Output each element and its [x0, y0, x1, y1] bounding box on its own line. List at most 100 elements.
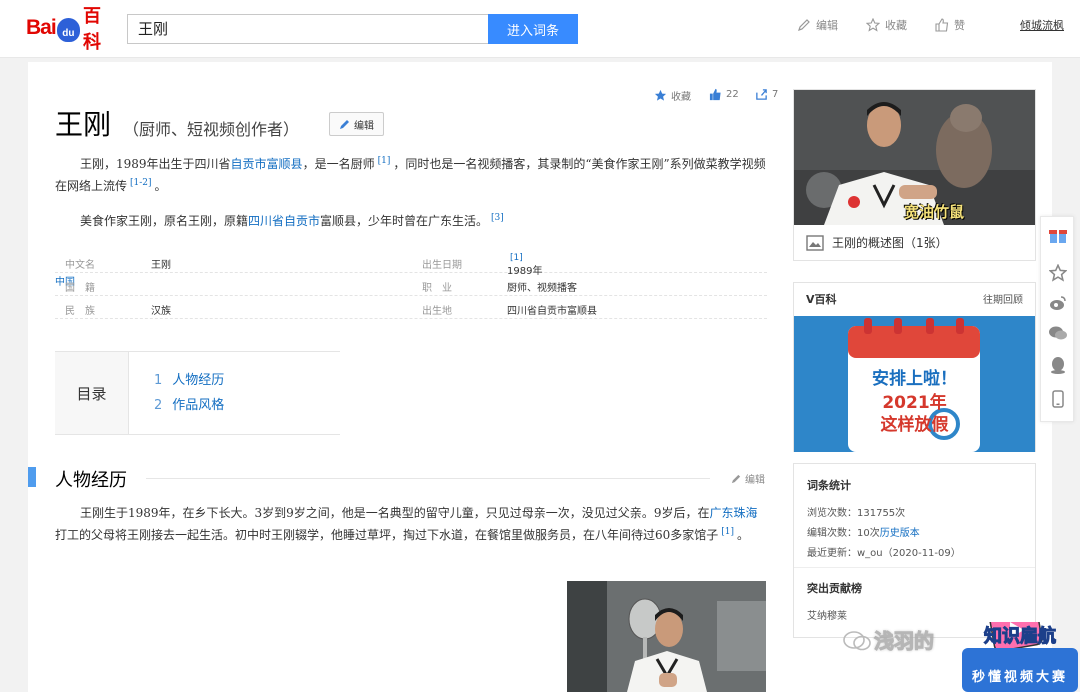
- logo-baike: 百科: [83, 6, 102, 53]
- toc-number: 2: [154, 398, 163, 413]
- chef-ladle-photo[interactable]: [567, 581, 766, 692]
- favorite-star-icon[interactable]: [1048, 263, 1068, 283]
- header-edit-label: 编辑: [816, 19, 838, 32]
- v-baike-card: V百科 往期回顾 安排上啦！ 2021年 这样放假: [793, 282, 1036, 452]
- info-key: 职 业: [422, 283, 452, 294]
- intro-paragraph-2: 美食作家王刚，原名王刚，原籍四川省自贡市富顺县，少年时曾在广东生活。 [3]: [55, 210, 767, 232]
- pencil-icon: [798, 19, 810, 31]
- intro2-text-a: 美食作家王刚，原名王刚，原籍: [80, 214, 249, 228]
- pencil-icon: [340, 120, 349, 129]
- entry-edit-button[interactable]: 编辑: [329, 112, 384, 136]
- reference-link[interactable]: [1]: [721, 527, 734, 537]
- intro1-text-b: ，是一名厨师: [302, 157, 375, 171]
- share-rail: [1040, 216, 1074, 422]
- toc-item-style[interactable]: 2 作品风格: [154, 394, 224, 413]
- intro1-text-a: 王刚，1989年出生于四川省: [80, 157, 231, 171]
- history-versions-link[interactable]: 历史版本: [880, 528, 920, 539]
- info-row: 民 族 汉族 出生地 四川省自贡市富顺县: [55, 296, 767, 319]
- v-history-link[interactable]: 往期回顾: [983, 291, 1023, 306]
- info-row: 国 籍 中国 职 业 厨师、视频播客: [55, 273, 767, 296]
- info-value: 汉族: [151, 306, 171, 317]
- info-value: 1989年 [1]: [507, 253, 542, 277]
- toc-item-biography[interactable]: 1 人物经历: [154, 369, 224, 388]
- photo-overlay-caption: 宽油竹鼠: [904, 203, 965, 221]
- info-key: 出生地: [422, 306, 452, 317]
- mobile-icon[interactable]: [1048, 389, 1068, 409]
- share-stat-button[interactable]: 7: [755, 88, 778, 101]
- header-edit-button[interactable]: 编辑: [797, 17, 838, 33]
- entry-stats-card: 词条统计 浏览次数：131755次 编辑次数：10次历史版本 最近更新：w_ou…: [793, 463, 1036, 638]
- table-of-contents: 目录 1 人物经历 2 作品风格: [55, 351, 340, 435]
- share-icon: [756, 89, 767, 100]
- star-icon: [654, 89, 667, 101]
- toc-label: 人物经历: [172, 373, 225, 388]
- favorite-stat-button[interactable]: 收藏: [654, 88, 691, 103]
- summary-photo-card[interactable]: 宽油竹鼠 王刚的概述图（1张）: [793, 89, 1036, 261]
- link-sichuan-zigong[interactable]: 四川省自贡市: [248, 214, 320, 228]
- entry-subtitle: （厨师、短视频创作者）: [123, 120, 300, 139]
- enter-entry-button[interactable]: 进入词条: [488, 14, 578, 44]
- section-title: 人物经历: [55, 470, 127, 491]
- like-stat-button[interactable]: 22: [709, 88, 739, 101]
- wechat-watermark-icon: [843, 630, 871, 656]
- bio-text-c: 。: [737, 528, 750, 542]
- v-baike-banner[interactable]: 安排上啦！ 2021年 这样放假: [794, 316, 1035, 452]
- photo-caption-text: 王刚的概述图（1张）: [832, 236, 948, 250]
- header-favorite-label: 收藏: [885, 19, 907, 32]
- contest-badge: 知识雇航 秒懂视频大赛: [962, 608, 1078, 692]
- contributor-name[interactable]: 艾纳穆莱: [807, 607, 847, 622]
- banner-line-3: 这样放假: [880, 415, 949, 435]
- reference-link[interactable]: [3]: [491, 213, 504, 223]
- badge-subtitle: 秒懂视频大赛: [971, 670, 1068, 685]
- contributors-title: 突出贡献榜: [807, 582, 862, 595]
- user-name-link[interactable]: 倾城流枫: [1020, 17, 1064, 33]
- intro1-text-d: 。: [154, 179, 167, 193]
- watermark-text: 浅羽的: [874, 629, 935, 654]
- logo-bai: Bai: [26, 16, 57, 39]
- stats-title: 词条统计: [807, 479, 851, 492]
- header-like-button[interactable]: 赞: [935, 17, 965, 33]
- search-input[interactable]: 王刚: [127, 14, 488, 44]
- reference-link[interactable]: [1]: [378, 156, 391, 166]
- logo-du: du: [62, 28, 75, 39]
- badge-title: 知识雇航: [984, 626, 1057, 648]
- bio-text-b: 打工的父母将王刚接去一起生活。初中时王刚辍学，他睡过草坪，掏过下水道，在餐馆里做…: [55, 528, 719, 542]
- toc-number: 1: [154, 373, 163, 388]
- entry-title: 王刚: [55, 108, 112, 141]
- link-zigong-fushun[interactable]: 自贡市富顺县: [231, 157, 303, 171]
- chef-photo-illustration: [567, 581, 766, 692]
- share-count: 7: [772, 89, 779, 100]
- banner-line-1: 安排上啦！: [872, 369, 957, 389]
- gift-icon[interactable]: [1048, 225, 1068, 245]
- info-key: 民 族: [65, 306, 95, 317]
- header-favorite-button[interactable]: 收藏: [866, 17, 907, 33]
- image-gallery-icon: [806, 234, 824, 251]
- section-marker: [28, 467, 36, 487]
- section-edit-button[interactable]: 编辑: [731, 471, 765, 486]
- reference-link[interactable]: [1-2]: [130, 178, 152, 188]
- wechat-icon[interactable]: [1048, 323, 1068, 343]
- weibo-icon[interactable]: [1048, 293, 1068, 313]
- edit-count: 编辑次数：10次历史版本: [807, 524, 920, 539]
- summary-photo: 宽油竹鼠: [794, 90, 1035, 225]
- thumb-up-icon: [935, 18, 949, 32]
- last-updated: 最近更新：w_ou（2020-11-09）: [807, 548, 961, 559]
- intro-paragraph-1: 王刚，1989年出生于四川省自贡市富顺县，是一名厨师 [1] ，同时也是一名视频播客…: [55, 153, 767, 197]
- qq-icon[interactable]: [1048, 355, 1068, 375]
- entry-edit-label: 编辑: [354, 120, 374, 132]
- star-icon: [866, 18, 880, 32]
- info-value: 王刚: [151, 260, 171, 271]
- thumb-up-icon: [709, 88, 721, 101]
- favorite-stat-label: 收藏: [671, 92, 691, 103]
- info-row: 中文名 王刚 出生日期 1989年 [1]: [55, 250, 767, 277]
- section-edit-label: 编辑: [745, 475, 765, 486]
- top-bar: Bai du 百科 王刚 进入词条 编辑 收藏 赞 倾城流枫: [0, 0, 1080, 58]
- bio-text-a: 王刚生于1989年，在乡下长大。3岁到9岁之间，他是一名典型的留守儿童，只见过母…: [80, 506, 710, 520]
- toc-heading: 目录: [55, 352, 129, 434]
- baidu-baike-logo[interactable]: Bai du 百科: [26, 6, 118, 53]
- link-guangdong-zhuhai[interactable]: 广东珠海: [709, 506, 757, 520]
- biography-paragraph: 王刚生于1989年，在乡下长大。3岁到9岁之间，他是一名典型的留守儿童，只见过母…: [55, 502, 767, 546]
- photo-album-caption[interactable]: 王刚的概述图（1张）: [806, 234, 948, 251]
- info-key: 出生日期: [422, 260, 462, 271]
- stats-divider: [794, 567, 1035, 568]
